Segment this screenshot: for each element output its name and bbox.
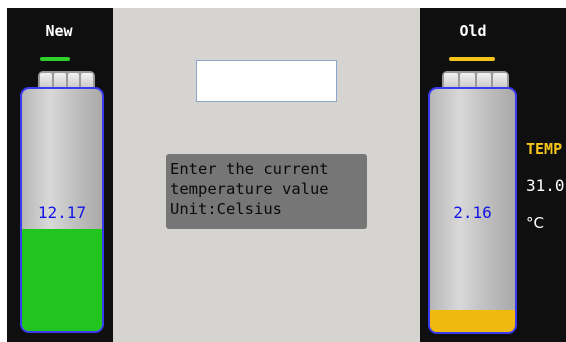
old-battery-fill — [430, 310, 515, 332]
old-battery-title: Old — [459, 22, 487, 40]
temperature-value: 31.0 — [526, 176, 565, 195]
old-battery-value: 2.16 — [453, 203, 492, 222]
new-battery-indicator — [40, 57, 70, 61]
temperature-prompt: Enter the current temperature value Unit… — [166, 154, 367, 229]
temperature-label: TEMP — [526, 140, 563, 158]
new-battery-title: New — [45, 22, 73, 40]
temperature-input[interactable] — [196, 60, 337, 102]
new-battery-value: 12.17 — [37, 203, 87, 222]
temperature-unit: °C — [526, 214, 544, 232]
new-battery-fill — [22, 229, 102, 331]
old-battery-cap — [442, 71, 509, 88]
new-battery-cap — [38, 71, 95, 88]
new-battery-gauge: 12.17 — [20, 87, 104, 333]
old-battery-gauge: 2.16 — [428, 87, 517, 334]
old-battery-indicator — [449, 57, 495, 61]
